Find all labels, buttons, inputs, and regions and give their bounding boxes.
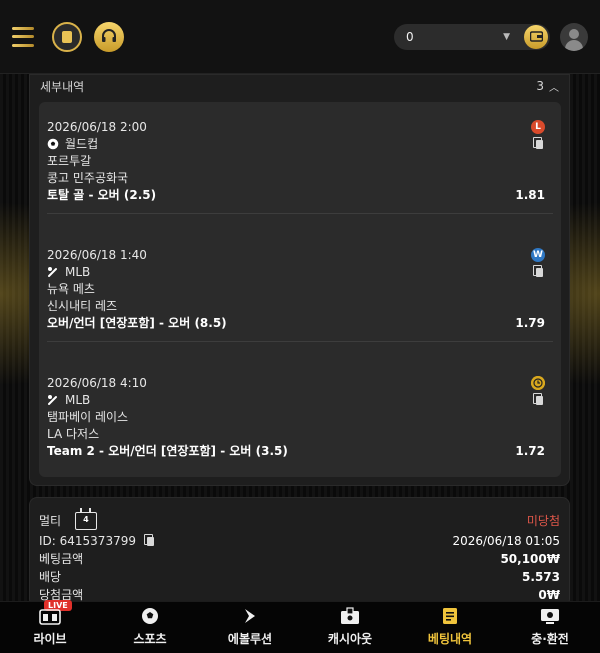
support-button[interactable] (94, 21, 124, 52)
detail-title: 세부내역 (40, 79, 85, 94)
detail-header[interactable]: 세부내역 3 ︿ (30, 75, 569, 97)
nav-label: 스포츠 (133, 632, 167, 646)
nav-label: 라이브 (33, 632, 67, 646)
odds-label: 배당 (39, 570, 62, 584)
copy-icon[interactable] (533, 137, 544, 149)
bet-type-label: 멀티 (39, 513, 62, 528)
bet-datetime: 2026/06/18 01:05 (452, 534, 560, 548)
leg-divider (47, 213, 553, 214)
coin-icon (62, 30, 72, 43)
bottom-nav: LIVE 라이브 스포츠 에볼루션 캐시아웃 베팅내역 충·환전 (0, 600, 600, 653)
leg-count: 3 (536, 79, 544, 93)
leg-team-2: 신시내티 레즈 (47, 299, 118, 313)
nav-label: 베팅내역 (427, 632, 473, 646)
nav-item-bet-history[interactable]: 베팅내역 (400, 602, 500, 653)
bet-summary-panel: 멀티 4 미당첨 ID: 6415373799 2026/06/18 01:05… (29, 497, 570, 607)
calendar-count-icon: 4 (74, 508, 97, 531)
soccer-ball-icon (47, 138, 59, 150)
leg-league: MLB (65, 393, 91, 407)
leg-odds: 1.79 (515, 316, 545, 330)
chevron-down-icon: ▼ (503, 31, 510, 42)
lose-status-icon: L (531, 120, 545, 134)
user-icon (569, 28, 579, 39)
leg-datetime: 2026/06/18 1:40 (47, 248, 147, 262)
win-status-icon: W (531, 248, 545, 262)
bet-leg: 2026/06/18 1:40 W MLB 뉴욕 메츠 신시내티 레즈 오버/언… (39, 247, 561, 332)
deposit-withdraw-icon (539, 606, 561, 626)
pending-clock-icon (531, 376, 545, 390)
nav-item-cashout[interactable]: 캐시아웃 (300, 602, 400, 653)
chevron-up-icon: ︿ (549, 82, 559, 94)
evolution-icon (239, 606, 261, 626)
coin-button[interactable] (52, 21, 82, 52)
wallet-icon (529, 31, 543, 42)
leg-divider (47, 341, 553, 342)
bet-history-icon (439, 606, 461, 626)
cashout-icon (339, 606, 361, 626)
leg-team-1: 탬파베이 레이스 (47, 410, 129, 424)
nav-label: 에볼루션 (227, 632, 273, 646)
soccer-ball-icon (139, 606, 161, 626)
leg-odds: 1.72 (515, 444, 545, 458)
odds-value: 5.573 (522, 570, 560, 584)
baseball-icon (48, 267, 57, 277)
nav-item-evolution[interactable]: 에볼루션 (200, 602, 300, 653)
leg-datetime: 2026/06/18 4:10 (47, 376, 147, 390)
nav-label: 충·환전 (531, 632, 569, 646)
leg-bet-selection: 토탈 골 - 오버 (2.5) (47, 188, 157, 202)
menu-icon[interactable] (12, 26, 34, 47)
leg-team-2: 콩고 민주공화국 (47, 171, 129, 185)
baseball-icon (48, 395, 57, 405)
stake-value: 50,100₩ (500, 552, 560, 566)
user-avatar-button[interactable] (560, 22, 588, 51)
leg-team-1: 포르투갈 (47, 154, 92, 168)
bet-id: ID: 6415373799 (39, 534, 136, 548)
copy-icon[interactable] (533, 265, 544, 277)
leg-team-2: LA 다저스 (47, 427, 100, 441)
leg-bet-selection: Team 2 - 오버/언더 [연장포함] - 오버 (3.5) (47, 444, 288, 458)
top-header: 0 ▼ (0, 0, 600, 74)
leg-odds: 1.81 (515, 188, 545, 202)
bet-legs-list: 2026/06/18 2:00 L 월드컵 포르투갈 콩고 민주공화국 토탈 골… (39, 102, 561, 477)
copy-icon[interactable] (533, 393, 544, 405)
bet-leg: 2026/06/18 4:10 MLB 탬파베이 레이스 LA 다저스 Team… (39, 375, 561, 460)
stake-label: 베팅금액 (39, 552, 84, 566)
nav-item-sports[interactable]: 스포츠 (100, 602, 200, 653)
support-icon (102, 28, 116, 42)
wallet-button[interactable] (524, 24, 548, 49)
bet-result-status: 미당첨 (526, 514, 560, 528)
leg-bet-selection: 오버/언더 [연장포함] - 오버 (8.5) (47, 316, 227, 330)
balance-value: 0 (406, 29, 414, 44)
leg-league: 월드컵 (65, 137, 99, 151)
leg-league: MLB (65, 265, 91, 279)
leg-datetime: 2026/06/18 2:00 (47, 120, 147, 134)
nav-label: 캐시아웃 (327, 632, 373, 646)
copy-icon[interactable] (143, 534, 155, 546)
balance-selector[interactable]: 0 ▼ (394, 23, 550, 50)
nav-item-live[interactable]: LIVE 라이브 (0, 600, 100, 653)
bet-leg: 2026/06/18 2:00 L 월드컵 포르투갈 콩고 민주공화국 토탈 골… (39, 119, 561, 204)
live-scoreboard-icon (39, 606, 61, 626)
nav-item-deposit-withdraw[interactable]: 충·환전 (500, 602, 600, 653)
leg-team-1: 뉴욕 메츠 (47, 282, 95, 296)
bet-detail-panel: 세부내역 3 ︿ 2026/06/18 2:00 L 월드컵 포르투갈 콩고 민… (29, 74, 570, 486)
detail-collapse-toggle[interactable]: 3 ︿ (536, 79, 559, 94)
